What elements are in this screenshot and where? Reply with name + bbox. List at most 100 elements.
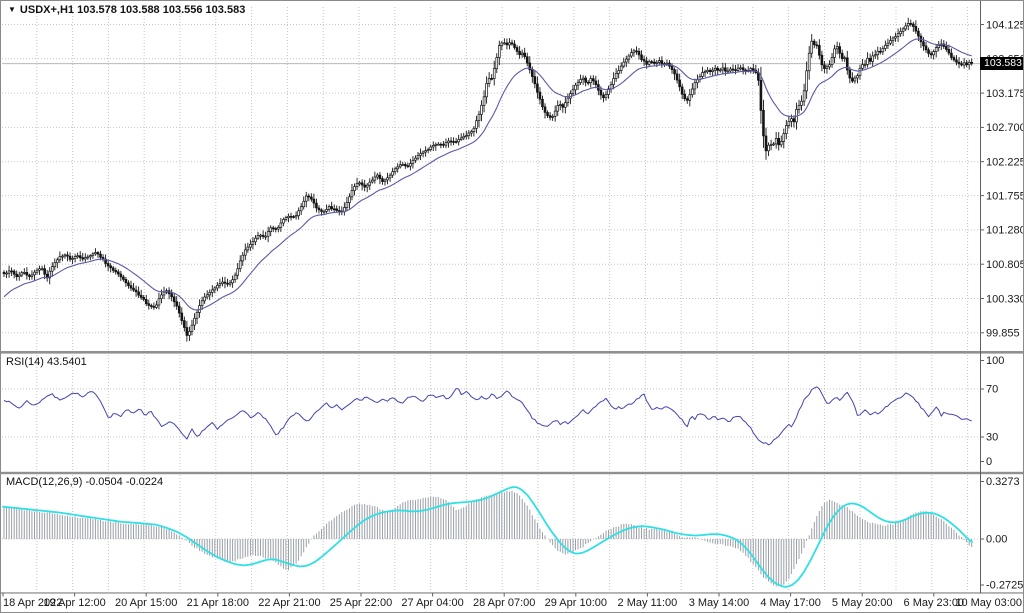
macd-axis[interactable]: 0.32730.00-0.2725 <box>980 476 1023 592</box>
candle-body <box>935 48 937 52</box>
candle-body <box>590 79 592 83</box>
candle-body <box>872 56 874 62</box>
candle-body <box>856 76 858 78</box>
candle-body <box>783 134 785 142</box>
ohlc-values: 103.578 103.588 103.556 103.583 <box>77 4 245 16</box>
candle-body <box>879 51 881 52</box>
candle-body <box>562 105 564 108</box>
candle-body <box>521 53 523 55</box>
chart-canvas[interactable]: 104.125103.650103.175102.700102.225101.7… <box>1 1 1024 613</box>
candle-body <box>694 83 696 89</box>
candle-body <box>150 306 152 307</box>
candle-body <box>582 78 584 80</box>
candle-body <box>305 196 307 201</box>
rsi-panel[interactable] <box>4 387 972 445</box>
candle-body <box>491 78 493 79</box>
candle-body <box>227 283 229 284</box>
candle-body <box>158 299 160 305</box>
candle-body <box>671 66 673 69</box>
candle-body <box>285 218 287 220</box>
candle-body <box>915 26 917 31</box>
candle-body <box>435 144 437 145</box>
candle-body <box>651 62 653 63</box>
candle-body <box>366 185 368 187</box>
candle-body <box>133 288 135 290</box>
macd-indicator-label: MACD(12,26,9) -0.0504 -0.0224 <box>6 476 163 488</box>
candle-body <box>427 150 429 151</box>
candle-body <box>74 257 76 259</box>
candle-body <box>750 69 752 71</box>
candle-body <box>910 23 912 24</box>
rsi-line <box>4 387 972 445</box>
candle-body <box>417 155 419 158</box>
candle-body <box>41 269 43 270</box>
candle-body <box>209 292 211 295</box>
time-axis-separator <box>1 592 1024 593</box>
candle-body <box>272 228 274 229</box>
candle-body <box>501 43 503 46</box>
candle-body <box>120 274 122 277</box>
candle-body <box>775 138 777 144</box>
candle-body <box>288 216 290 217</box>
candle-body <box>430 147 432 150</box>
candle-body <box>361 183 363 185</box>
candle-body <box>92 254 94 256</box>
macd-panel[interactable] <box>3 487 972 587</box>
candle-body <box>270 228 272 232</box>
candle-body <box>425 151 427 152</box>
candle-body <box>346 203 348 208</box>
candle-body <box>138 292 140 295</box>
candle-body <box>737 68 739 70</box>
collapse-triangle-icon[interactable]: ▼ <box>8 5 16 14</box>
price-axis-label: 104.125 <box>986 19 1024 31</box>
candle-body <box>100 254 102 257</box>
candle-body <box>625 59 627 62</box>
candle-body <box>407 166 409 167</box>
main-chart-panel[interactable] <box>3 18 973 342</box>
candle-body <box>16 274 18 277</box>
candle-body <box>763 110 765 136</box>
candle-body <box>834 49 836 58</box>
candle-body <box>247 247 249 250</box>
candle-body <box>18 275 20 277</box>
candle-body <box>155 305 157 307</box>
candle-body <box>161 295 163 299</box>
candle-body <box>618 71 620 74</box>
candle-body <box>61 256 63 257</box>
candle-body <box>620 66 622 71</box>
candle-body <box>11 271 13 272</box>
candle-body <box>216 285 218 288</box>
candle-body <box>542 99 544 107</box>
candle-body <box>526 57 528 63</box>
candle-body <box>602 95 604 98</box>
time-axis[interactable]: 18 Apr 202219 Apr 12:0020 Apr 15:0021 Ap… <box>3 593 1022 609</box>
time-axis-label: 25 Apr 22:00 <box>330 597 392 609</box>
candle-body <box>938 45 940 47</box>
candle-body <box>117 272 119 274</box>
rsi-axis[interactable]: 10070300 <box>980 355 1004 468</box>
candle-body <box>831 57 833 64</box>
candle-body <box>315 203 317 208</box>
price-axis-label: 101.755 <box>986 190 1024 202</box>
panel-separator[interactable] <box>1 351 1024 354</box>
panel-separator[interactable] <box>1 472 1024 474</box>
candle-body <box>643 60 645 62</box>
candle-body <box>849 70 851 78</box>
candle-body <box>191 325 193 331</box>
candle-body <box>242 255 244 261</box>
candle-body <box>557 106 559 112</box>
candle-body <box>148 304 150 306</box>
candle-body <box>186 328 188 336</box>
candle-body <box>689 95 691 101</box>
candle-body <box>681 87 683 94</box>
candle-body <box>64 255 66 256</box>
candle-body <box>816 45 818 46</box>
candle-body <box>323 211 325 212</box>
candle-body <box>389 175 391 178</box>
candle-body <box>595 81 597 85</box>
candle-body <box>719 70 721 71</box>
candle-body <box>295 216 297 217</box>
candle-body <box>110 266 112 268</box>
time-axis-label: 19 Apr 12:00 <box>43 597 105 609</box>
candle-body <box>364 185 366 187</box>
